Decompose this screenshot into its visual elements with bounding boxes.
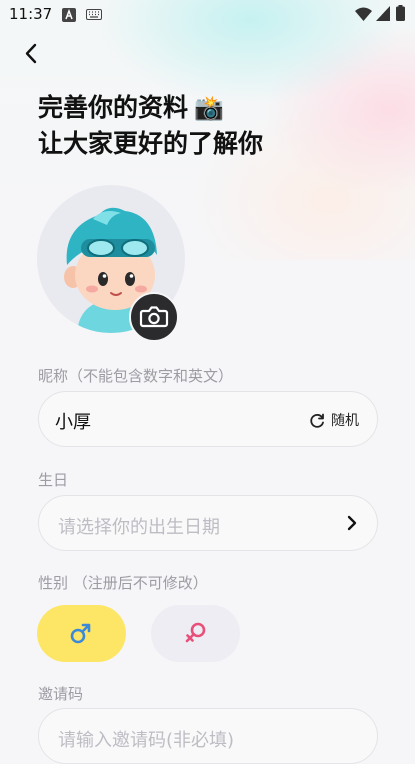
- wifi-icon: [355, 7, 372, 21]
- camera-flash-icon: 📸: [194, 94, 224, 122]
- keyboard-icon: [86, 9, 102, 20]
- random-label: 随机: [331, 413, 359, 429]
- birthday-placeholder: 请选择你的出生日期: [58, 517, 220, 538]
- gender-label: 性别 （注册后不可修改）: [38, 574, 208, 592]
- nickname-value: 小厚: [55, 412, 91, 433]
- random-nickname-button[interactable]: 随机: [309, 410, 359, 430]
- invite-placeholder: 请输入邀请码(非必填): [58, 730, 235, 751]
- invite-code-field[interactable]: 请输入邀请码(非必填): [38, 708, 378, 764]
- battery-icon: [396, 5, 405, 21]
- title-line-2: 让大家更好的了解你: [38, 129, 264, 158]
- invite-label: 邀请码: [38, 685, 84, 703]
- nickname-label: 昵称（不能包含数字和英文）: [38, 367, 234, 385]
- back-button[interactable]: [18, 40, 46, 68]
- male-symbol-icon: [70, 623, 91, 644]
- avatar-picker[interactable]: [37, 185, 185, 342]
- birthday-field[interactable]: 请选择你的出生日期: [38, 495, 378, 551]
- gender-male-button[interactable]: [37, 605, 126, 662]
- birthday-label: 生日: [38, 471, 69, 489]
- status-time: 11:37: [9, 5, 53, 23]
- title-line-1: 完善你的资料: [38, 93, 189, 122]
- chevron-left-icon: [25, 43, 37, 64]
- camera-icon: [139, 306, 169, 328]
- gender-female-button[interactable]: [151, 605, 240, 662]
- chevron-right-icon: [347, 515, 357, 531]
- status-bar: 11:37: [0, 0, 415, 30]
- refresh-icon: [310, 413, 324, 428]
- female-symbol-icon: [185, 622, 206, 643]
- signal-icon: [376, 6, 390, 21]
- page-title: 完善你的资料 📸 让大家更好的了解你: [38, 90, 263, 162]
- nickname-field[interactable]: 小厚 随机: [38, 391, 378, 447]
- app-notification-icon: [62, 8, 76, 22]
- change-avatar-button[interactable]: [129, 292, 179, 342]
